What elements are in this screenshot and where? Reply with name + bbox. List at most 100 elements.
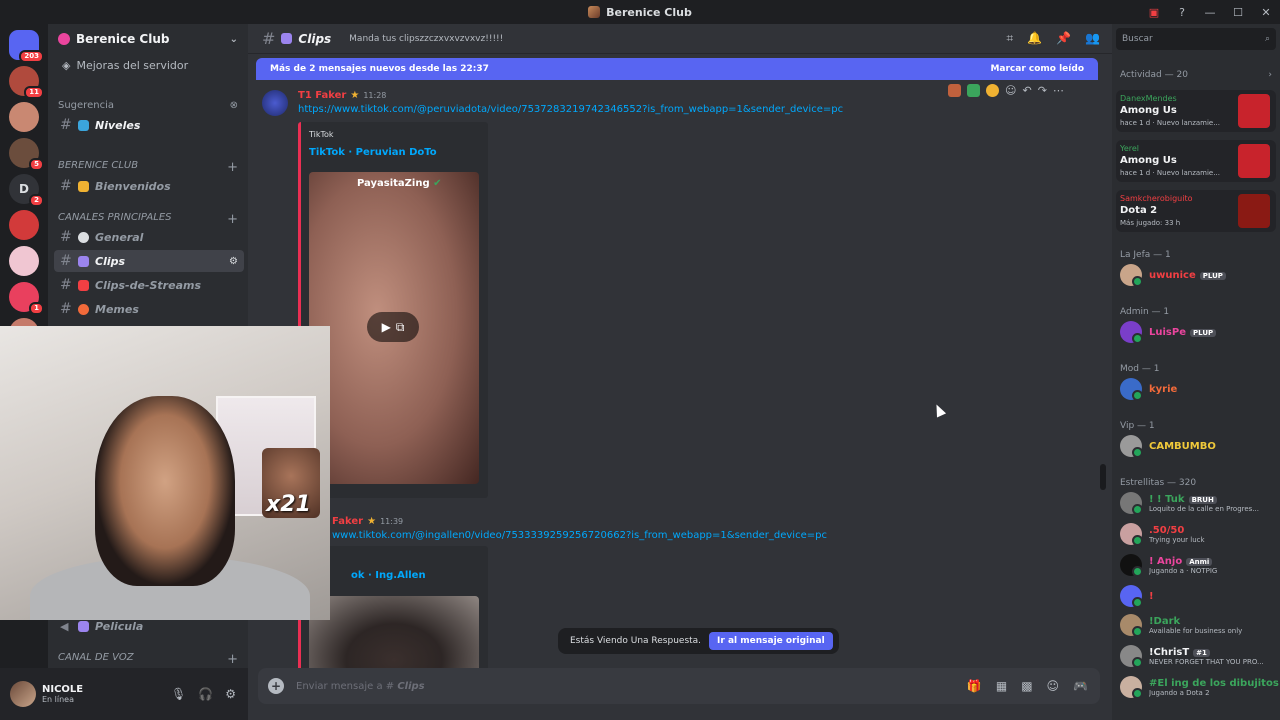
minimize-button[interactable]: — <box>1196 6 1224 19</box>
server-icon[interactable] <box>9 210 39 240</box>
emoji-icon[interactable]: ☺ <box>1047 679 1060 693</box>
member-item[interactable]: kyrie <box>1120 376 1275 402</box>
embed-title[interactable]: TikTok · Peruvian DoTo <box>301 139 488 158</box>
user-panel: NICOLE En línea 🎙 🎧 ⚙ <box>0 668 248 720</box>
hash-icon: # <box>262 29 276 48</box>
channel-clips-de-streams[interactable]: # Clips-de-Streams <box>54 274 244 296</box>
sticker-icon[interactable]: ▩ <box>1021 679 1032 693</box>
user-info[interactable]: NICOLE En línea <box>42 684 83 704</box>
title-bar: Berenice Club ▣ ? — ☐ ✕ <box>0 0 1280 24</box>
avatar <box>1120 523 1143 546</box>
add-channel-icon[interactable]: + <box>227 652 238 667</box>
member-group-header: La Jefa — 1 <box>1120 250 1171 260</box>
channel-memes[interactable]: # Memes <box>54 298 244 320</box>
add-channel-icon[interactable]: + <box>227 160 238 175</box>
server-boost-link[interactable]: ◈ Mejoras del servidor <box>48 54 248 76</box>
category-berenice[interactable]: BERENICE CLUB + <box>58 160 238 175</box>
mark-read-button[interactable]: Marcar como leído <box>990 64 1084 74</box>
attach-plus-icon[interactable]: + <box>268 678 284 694</box>
server-icon[interactable]: 5 <box>9 138 44 171</box>
member-name: LuisPe PLUP <box>1149 327 1217 338</box>
video-thumbnail[interactable]: PayasitaZing ✔ ▶ ⧉ <box>309 172 479 484</box>
star-icon: ★ <box>367 516 377 527</box>
server-icon[interactable]: 11 <box>9 66 44 99</box>
member-item[interactable]: #El ing de los dibujitos Jugando a Dota 2 <box>1120 674 1279 700</box>
close-button[interactable]: ✕ <box>1252 6 1280 19</box>
message-composer[interactable]: + Enviar mensaje a # Clips 🎁 ▦ ▩ ☺ 🎮 <box>258 668 1100 704</box>
member-item[interactable]: uwunice PLUP <box>1120 262 1275 288</box>
server-name: Berenice Club <box>76 32 170 46</box>
server-icon[interactable] <box>9 246 39 276</box>
activity-card[interactable]: Samkcherobiguito Dota 2 Más jugado: 33 h <box>1116 190 1276 232</box>
member-item[interactable]: ! Anjo Anmi Jugando a · NOTPIG <box>1120 552 1275 578</box>
avatar[interactable] <box>262 90 288 116</box>
close-icon[interactable]: ⊗ <box>230 100 238 111</box>
member-info: !Dark Available for business only <box>1149 616 1242 635</box>
apps-icon[interactable]: 🎮 <box>1073 679 1088 693</box>
chevron-right-icon[interactable]: › <box>1268 70 1272 80</box>
gift-icon[interactable]: 🎁 <box>967 679 982 693</box>
member-item[interactable]: !ChrisT #1 NEVER FORGET THAT YOU PRO... <box>1120 643 1275 669</box>
headphones-icon[interactable]: 🎧 <box>198 687 213 701</box>
maximize-button[interactable]: ☐ <box>1224 6 1252 19</box>
video-thumbnail[interactable] <box>309 596 479 676</box>
category-suggestion[interactable]: Sugerencia ⊗ <box>58 100 238 111</box>
bell-icon[interactable]: 🔔 <box>1027 31 1042 46</box>
member-item[interactable]: .50/50 Trying your luck <box>1120 521 1275 547</box>
help-icon[interactable]: ? <box>1168 6 1196 19</box>
member-item[interactable]: LuisPe PLUP <box>1120 319 1275 345</box>
jump-to-original-button[interactable]: Ir al mensaje original <box>709 632 833 650</box>
server-icon[interactable] <box>9 102 39 132</box>
server-icon[interactable]: 1 <box>9 282 44 315</box>
flag-icon <box>78 279 89 291</box>
avatar[interactable] <box>10 681 36 707</box>
pin-icon[interactable]: 📌 <box>1056 31 1071 46</box>
microphone-icon[interactable]: 🎙 <box>171 687 186 701</box>
member-info: CAMBUMBO <box>1149 441 1216 452</box>
composer-placeholder[interactable]: Enviar mensaje a # Clips <box>296 681 425 692</box>
member-item[interactable]: CAMBUMBO <box>1120 433 1275 459</box>
scrollbar-thumb[interactable] <box>1100 464 1106 490</box>
channel-label: Clips-de-Streams <box>95 278 201 292</box>
message-link[interactable]: https://www.tiktok.com/@peruviadota/vide… <box>298 104 843 115</box>
search-input[interactable]: Buscar ⌕ <box>1116 28 1276 50</box>
server-header[interactable]: Berenice Club ⌄ <box>48 24 248 54</box>
hash-icon: # <box>60 229 72 245</box>
channel-settings-icon[interactable]: ⚙ <box>229 256 238 267</box>
category-voz[interactable]: CANAL DE VOZ + <box>58 652 238 667</box>
channel-general[interactable]: # General <box>54 226 244 248</box>
play-button[interactable]: ▶ ⧉ <box>367 312 419 342</box>
add-channel-icon[interactable]: + <box>227 212 238 227</box>
avatar <box>1120 492 1143 515</box>
member-status: Available for business only <box>1149 626 1243 635</box>
message-author[interactable]: Faker <box>332 516 363 527</box>
boost-icon: ◈ <box>62 58 71 72</box>
member-item[interactable]: ! ! Tuk BRUH Loquito de la calle en Progre… <box>1120 490 1275 516</box>
category-principales[interactable]: CANALES PRINCIPALES + <box>58 212 238 227</box>
avatar <box>1120 435 1143 458</box>
channel-clips[interactable]: # Clips ⚙ <box>54 250 244 272</box>
inbox-icon[interactable]: ▣ <box>1140 6 1168 19</box>
channel-topic[interactable]: Manda tus clipszzczxvxvzvxvz!!!!! <box>349 34 503 44</box>
member-info: uwunice PLUP <box>1149 270 1226 281</box>
new-messages-bar[interactable]: Más de 2 mensajes nuevos desde las 22:37… <box>256 58 1098 80</box>
activity-card[interactable]: Yerel Among Us hace 1 d · Nuevo lanzamie..… <box>1116 140 1276 182</box>
activity-card[interactable]: DanexMendes Among Us hace 1 d · Nuevo lanz… <box>1116 90 1276 132</box>
members-icon[interactable]: 👥 <box>1085 31 1100 46</box>
member-info: kyrie <box>1149 384 1177 395</box>
avatar <box>1120 264 1143 287</box>
channel-bienvenidos[interactable]: # Bienvenidos <box>54 175 244 197</box>
member-item[interactable]: !Dark Available for business only <box>1120 612 1275 638</box>
gif-icon[interactable]: ▦ <box>996 679 1007 693</box>
home-button[interactable]: 203 <box>9 30 44 63</box>
channel-label: Memes <box>95 302 139 316</box>
message-author[interactable]: T1 Faker <box>298 90 346 101</box>
server-avatar-icon <box>588 6 601 18</box>
server-icon[interactable]: D2 <box>9 174 44 207</box>
gear-icon[interactable]: ⚙ <box>225 687 236 701</box>
channel-niveles[interactable]: # Niveles <box>54 114 244 136</box>
member-item[interactable]: ! <box>1120 583 1275 609</box>
message-link[interactable]: www.tiktok.com/@ingallen0/video/75333392… <box>332 530 827 541</box>
threads-icon[interactable]: ⌗ <box>1006 31 1013 46</box>
window-title-text: Berenice Club <box>606 5 692 19</box>
